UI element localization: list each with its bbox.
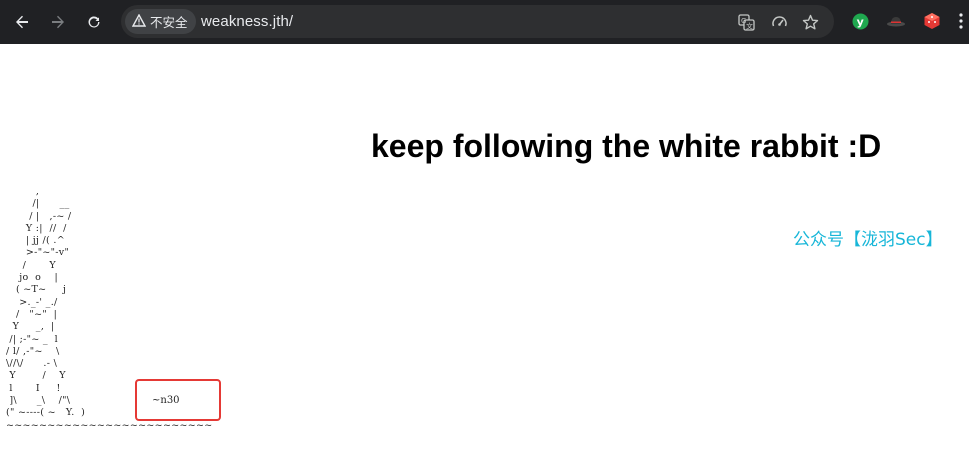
hidden-code-text: ~n30 <box>152 395 180 406</box>
svg-text:文: 文 <box>746 21 753 30</box>
red-cube-extension-icon[interactable] <box>922 11 942 31</box>
address-bar[interactable]: 不安全 weakness.jth/ G文 <box>121 5 834 38</box>
svg-text:y: y <box>856 15 863 28</box>
browser-toolbar: 不安全 weakness.jth/ G文 y <box>0 0 969 44</box>
page-title: keep following the white rabbit :D <box>371 128 882 164</box>
security-indicator[interactable]: 不安全 <box>125 9 196 34</box>
more-vert-icon[interactable] <box>955 11 967 31</box>
security-label: 不安全 <box>150 15 188 30</box>
hat-extension-icon[interactable] <box>886 11 906 31</box>
translate-icon[interactable]: G文 <box>735 11 757 33</box>
warning-triangle-icon <box>131 13 147 30</box>
back-arrow-icon[interactable] <box>8 8 36 36</box>
gauge-icon[interactable] <box>768 11 790 33</box>
forward-arrow-icon[interactable] <box>44 8 72 36</box>
wechat-account-link[interactable]: 公众号【泷羽Sec】 <box>793 225 943 250</box>
star-icon[interactable] <box>799 11 821 33</box>
green-y-extension-icon[interactable]: y <box>850 11 870 31</box>
url-text[interactable]: weakness.jth/ <box>201 13 293 30</box>
reload-icon[interactable] <box>80 8 108 36</box>
